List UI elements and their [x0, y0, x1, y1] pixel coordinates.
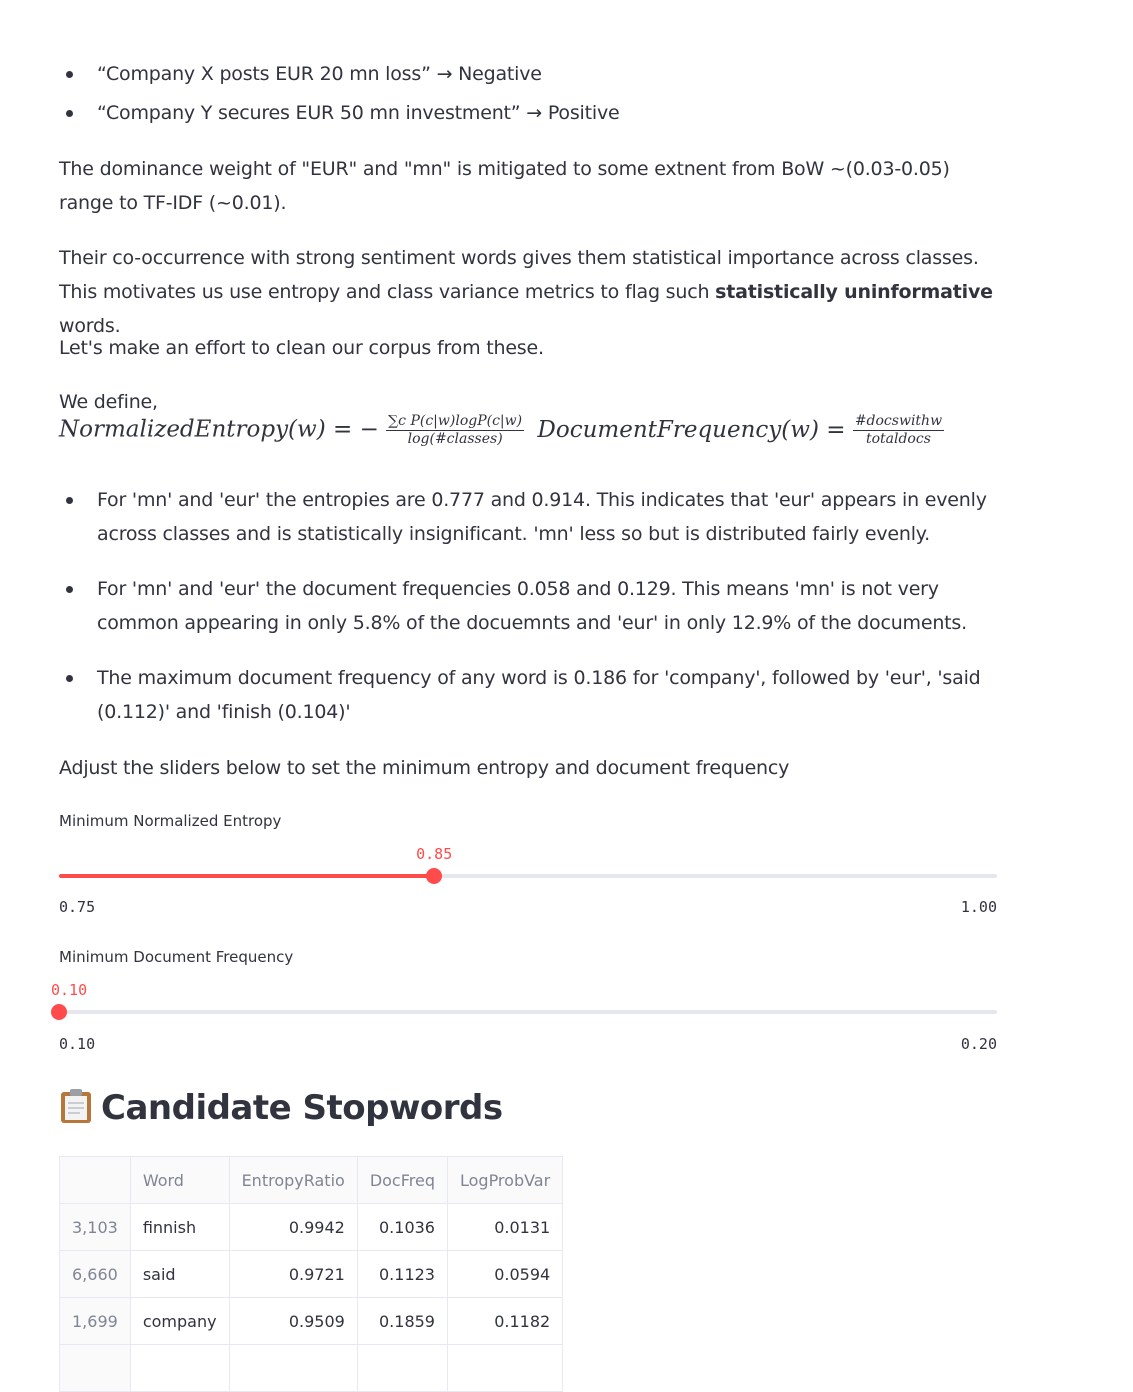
entropy-numerator: ∑c P(c|w)logP(c|w) — [386, 413, 525, 431]
section-heading: Candidate Stopwords — [59, 1088, 503, 1133]
column-header-entropyratio[interactable]: EntropyRatio — [228, 1156, 358, 1204]
cell-logprobvar[interactable]: 0.0594 — [446, 1250, 564, 1298]
formula-block: NormalizedEntropy(w) = − ∑c P(c|w)logP(c… — [59, 413, 999, 463]
section-title: Candidate Stopwords — [101, 1088, 503, 1128]
entropy-slider-value: 0.85 — [416, 845, 453, 863]
list-item: For 'mn' and 'eur' the document frequenc… — [59, 572, 999, 640]
row-index — [59, 1344, 131, 1392]
table-row[interactable]: 1,699 company 0.9509 0.1859 0.1182 — [59, 1297, 564, 1345]
cell-docfreq[interactable]: 0.1859 — [356, 1297, 448, 1345]
entropy-slider-thumb[interactable] — [426, 868, 443, 884]
cell-logprobvar[interactable] — [446, 1344, 564, 1392]
paragraph-clean: Let's make an effort to clean our corpus… — [59, 337, 544, 359]
column-header-word[interactable]: Word — [129, 1156, 230, 1204]
cell-docfreq[interactable] — [356, 1344, 448, 1392]
entropy-lhs: NormalizedEntropy(w) = − — [59, 416, 379, 443]
cell-logprobvar[interactable]: 0.0131 — [446, 1203, 564, 1251]
docfreq-slider-value: 0.10 — [51, 981, 88, 999]
paragraph-dominance: The dominance weight of "EUR" and "mn" i… — [59, 158, 950, 214]
entropy-slider-fill — [59, 874, 435, 878]
row-index: 1,699 — [59, 1297, 131, 1345]
cell-docfreq[interactable]: 0.1123 — [356, 1250, 448, 1298]
column-header-docfreq[interactable]: DocFreq — [356, 1156, 448, 1204]
table-row[interactable] — [59, 1344, 564, 1392]
list-item: “Company X posts EUR 20 mn loss” → Negat… — [59, 57, 999, 91]
cell-word[interactable]: said — [129, 1250, 230, 1298]
docfreq-slider-track[interactable] — [51, 1004, 997, 1020]
entropy-slider-max: 1.00 — [960, 898, 997, 916]
slider-intro: Adjust the sliders below to set the mini… — [59, 757, 790, 779]
docfreq-slider-max: 0.20 — [960, 1035, 997, 1053]
bold-phrase: statistically uninformative — [715, 281, 993, 303]
docfreq-slider-thumb[interactable] — [51, 1004, 67, 1020]
table-header-row: Word EntropyRatio DocFreq LogProbVar — [59, 1156, 564, 1204]
cell-word[interactable]: finnish — [129, 1203, 230, 1251]
stopwords-table[interactable]: Word EntropyRatio DocFreq LogProbVar 3,1… — [59, 1156, 564, 1392]
cell-entropyratio[interactable] — [228, 1344, 358, 1392]
list-item: “Company Y secures EUR 50 mn investment”… — [59, 96, 999, 130]
cell-entropyratio[interactable]: 0.9509 — [228, 1297, 358, 1345]
freq-fraction: #docswithw totaldocs — [852, 413, 945, 448]
freq-lhs: DocumentFrequency(w) = — [537, 416, 846, 443]
column-header-index[interactable] — [59, 1156, 131, 1204]
row-index: 6,660 — [59, 1250, 131, 1298]
entropy-slider-min: 0.75 — [59, 898, 96, 916]
cell-word[interactable]: company — [129, 1297, 230, 1345]
freq-denominator: totaldocs — [865, 431, 931, 447]
list-item: The maximum document frequency of any wo… — [59, 661, 999, 729]
entropy-slider-track[interactable] — [59, 868, 997, 884]
table-row[interactable]: 3,103 finnish 0.9942 0.1036 0.0131 — [59, 1203, 564, 1251]
findings-list: For 'mn' and 'eur' the entropies are 0.7… — [59, 483, 999, 729]
column-header-logprobvar[interactable]: LogProbVar — [446, 1156, 564, 1204]
docfreq-slider-min: 0.10 — [59, 1035, 96, 1053]
freq-numerator: #docswithw — [852, 413, 945, 431]
cell-docfreq[interactable]: 0.1036 — [356, 1203, 448, 1251]
entropy-slider-label: Minimum Normalized Entropy — [59, 812, 282, 830]
example-list: “Company X posts EUR 20 mn loss” → Negat… — [59, 57, 999, 130]
cell-entropyratio[interactable]: 0.9942 — [228, 1203, 358, 1251]
table-row[interactable]: 6,660 said 0.9721 0.1123 0.0594 — [59, 1250, 564, 1298]
entropy-denominator: log(#classes) — [407, 431, 503, 447]
cell-word[interactable] — [129, 1344, 230, 1392]
clipboard-icon — [59, 1088, 93, 1133]
paragraph-cooccurrence: Their co-occurrence with strong sentimen… — [59, 241, 999, 343]
docfreq-slider-label: Minimum Document Frequency — [59, 948, 294, 966]
row-index: 3,103 — [59, 1203, 131, 1251]
entropy-fraction: ∑c P(c|w)logP(c|w) log(#classes) — [386, 413, 525, 448]
cell-logprobvar[interactable]: 0.1182 — [446, 1297, 564, 1345]
list-item: For 'mn' and 'eur' the entropies are 0.7… — [59, 483, 999, 551]
cell-entropyratio[interactable]: 0.9721 — [228, 1250, 358, 1298]
